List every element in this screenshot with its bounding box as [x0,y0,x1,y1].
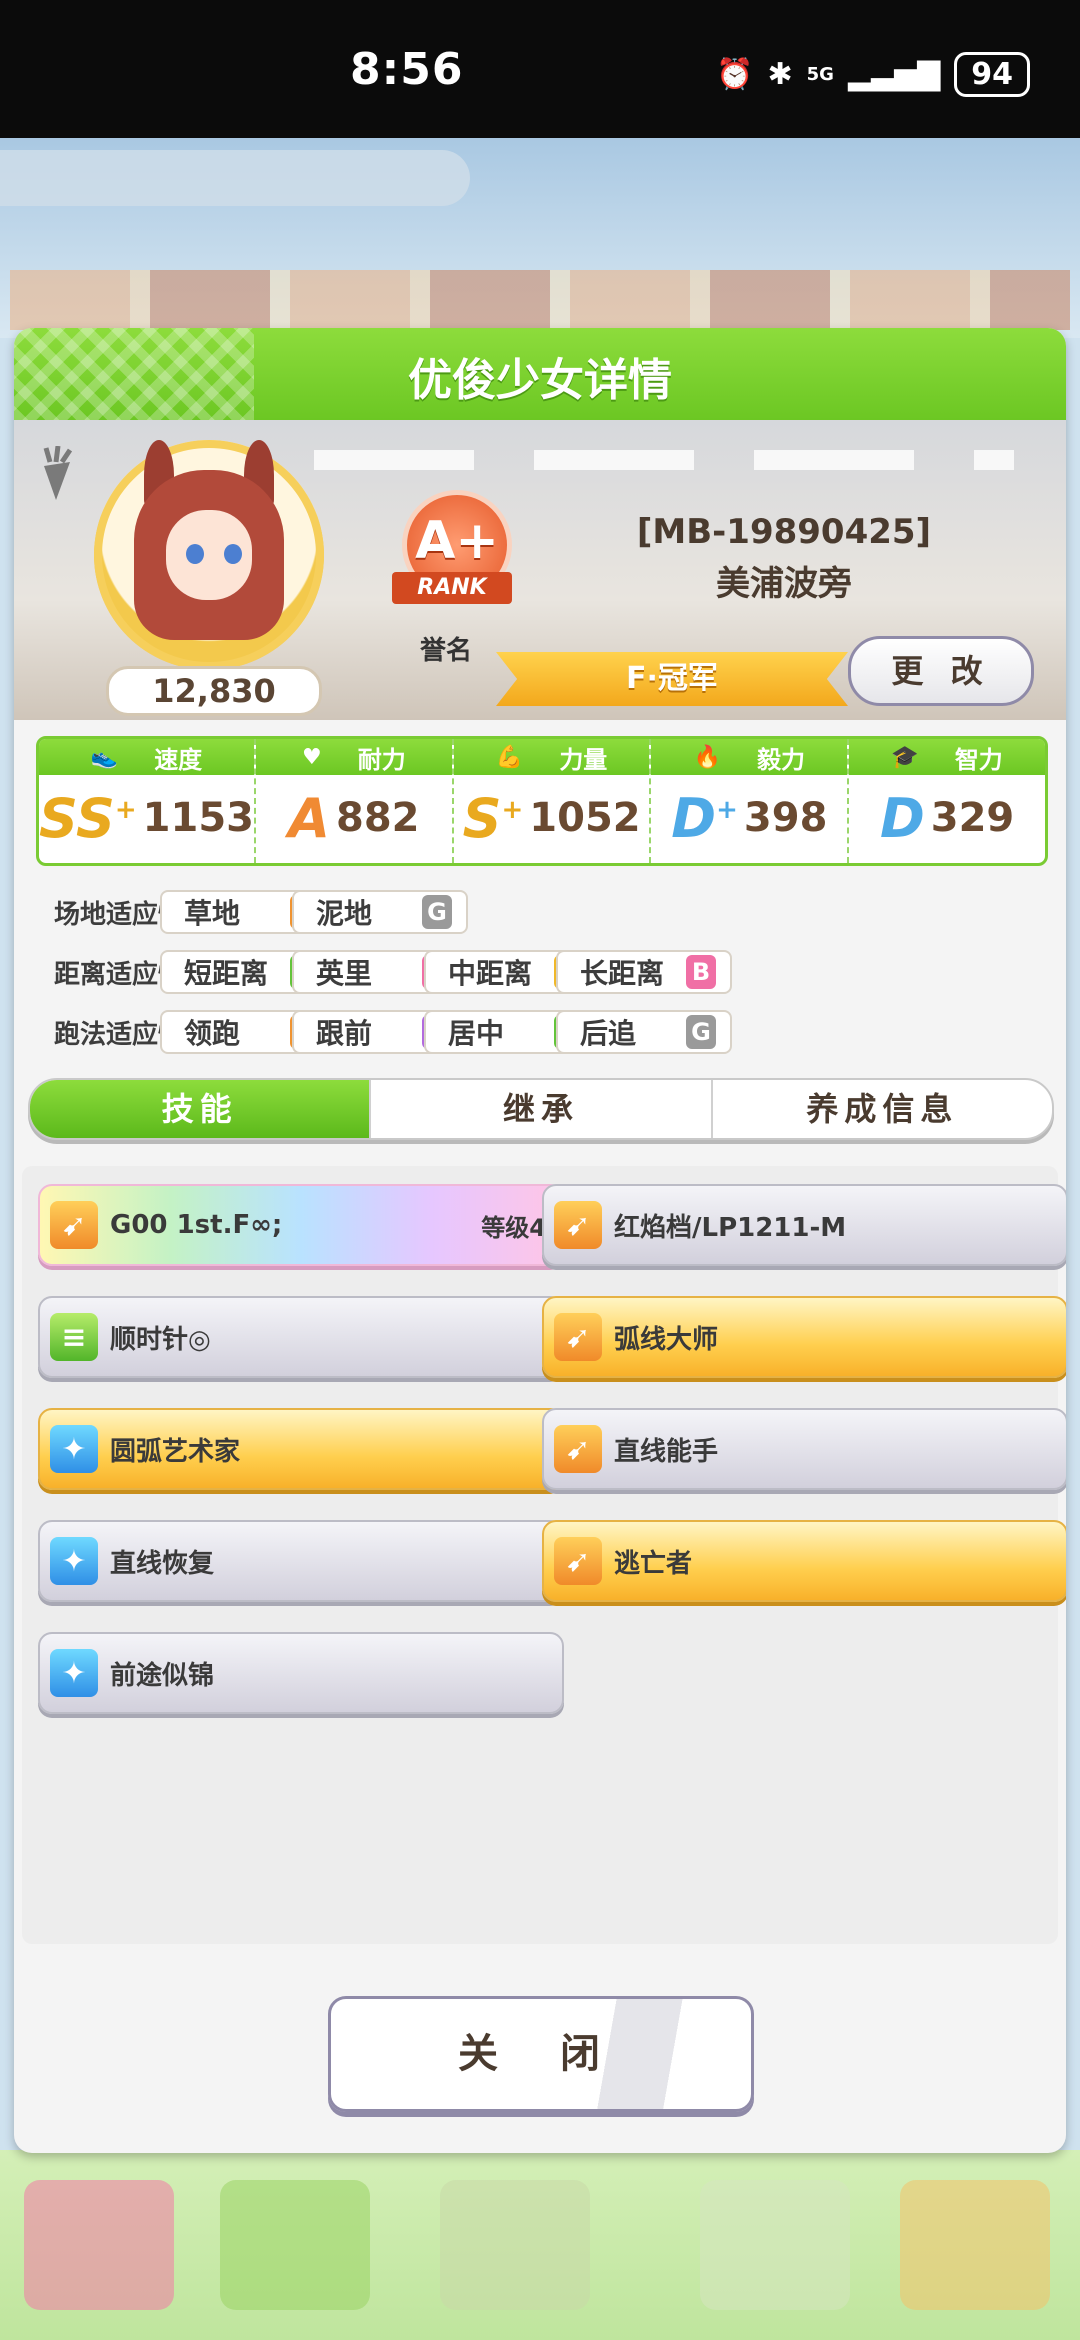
character-name: 美浦波旁 [716,564,852,604]
portrait-eye [224,544,242,564]
character-title: F·冠军 [496,652,848,706]
run-skill-icon: ➹ [554,1537,602,1585]
status-time: 8:56 [350,44,464,95]
background-character-strip [10,270,1070,330]
stat-value: 1052 [529,795,641,841]
bg-menu-tile [700,2180,850,2310]
muscle-icon: 💪 [495,744,524,770]
bg-menu-tile [440,2180,590,2310]
profile-banner: 12,830 A+ RANK 誉名 [MB-19890425] 美浦波旁 F·冠… [14,420,1066,720]
run-skill-icon: ➹ [554,1201,602,1249]
sparkle-skill-icon: ✦ [50,1649,98,1697]
skill-item[interactable]: ➹ 直线能手 [542,1408,1066,1490]
stat-value: 1153 [142,795,254,841]
change-title-button[interactable]: 更 改 [848,636,1034,706]
skill-item[interactable]: ✦ 前途似锦 [38,1632,564,1714]
aptitude-grade: B [686,955,716,989]
skill-item[interactable]: ≡ 顺时针◎ [38,1296,564,1378]
stat-guts: 🔥 毅力 D+ 398 [651,739,850,863]
aptitude-cell: 长距离 B [556,950,732,994]
stat-speed: 👟 速度 SS+ 1153 [39,739,256,863]
bg-menu-tile [24,2180,174,2310]
detail-tabs: 技能 继承 养成信息 [28,1078,1054,1140]
background-search-bar [0,150,470,206]
ceiling-lights [314,450,1014,470]
sparkle-skill-icon: ✦ [50,1537,98,1585]
status-bar: 8:56 ⏰ ✱ 5G ▂▃▅▇ 94 [0,0,1080,138]
skill-item[interactable]: ✦ 直线恢复 [38,1520,564,1602]
battery-indicator: 94 [954,52,1030,97]
carrot-icon [43,446,73,500]
graduation-cap-icon: 🎓 [891,744,919,770]
stat-grade: S+ [462,786,524,850]
shoe-icon: 👟 [90,744,119,770]
dialog-header: 优俊少女详情 [14,328,1066,420]
trainer-id: [MB-19890425] [636,512,932,552]
stat-label: 速度 [154,745,203,774]
stat-grade: D [879,786,925,850]
status-icons: ⏰ ✱ 5G ▂▃▅▇ 94 [716,52,1030,97]
stat-value: 882 [336,795,420,841]
alarm-icon: ⏰ [716,57,754,92]
stat-grade: D+ [671,786,738,850]
signal-icon: ▂▃▅▇ [847,57,941,92]
aptitude-cell: 泥地 G [292,890,468,934]
tab-training-info[interactable]: 养成信息 [710,1080,1052,1138]
rank-badge: A+ RANK [392,490,512,610]
character-portrait[interactable] [94,440,324,670]
aptitude-grade: G [422,895,452,929]
background-bottom-menu [0,2150,1080,2340]
run-skill-icon: ➹ [554,1425,602,1473]
flame-icon: 🔥 [693,744,722,770]
stats-table: 👟 速度 SS+ 1153 ♥ 耐力 A 882 💪 力量 S+ 1052 🔥 毅力 D+ 39… [36,736,1048,866]
rank-label: 誉名 [420,636,473,666]
run-skill-icon: ➹ [554,1313,602,1361]
track-skill-icon: ≡ [50,1313,98,1361]
network-label: 5G [806,64,834,85]
portrait-eye [186,544,204,564]
aptitude-cell: 后追 G [556,1010,732,1054]
skills-list: ➹ G00 1st.F∞; 等级4 ➹ 红焰档/LP1211-M ≡ 顺时针◎ … [22,1166,1066,1944]
tab-inheritance[interactable]: 继承 [369,1080,710,1138]
stat-stamina: ♥ 耐力 A 882 [255,739,454,863]
heart-icon: ♥ [301,744,322,770]
close-button[interactable]: 关 闭 [328,1996,754,2112]
stat-wisdom: 🎓 智力 D 329 [849,739,1045,863]
rank-word: RANK [392,572,512,604]
bg-menu-tile [220,2180,370,2310]
stat-grade: A [288,786,330,850]
bluetooth-icon: ✱ [767,57,793,92]
run-skill-icon: ➹ [50,1201,98,1249]
stat-power: 💪 力量 S+ 1052 [453,739,652,863]
fan-count: 12,830 [106,666,322,716]
stat-grade: SS+ [39,786,137,850]
stat-value: 329 [930,795,1015,841]
stat-label: 毅力 [757,745,806,774]
skill-item[interactable]: ➹ 逃亡者 [542,1520,1066,1602]
stat-value: 398 [743,795,828,841]
skill-item[interactable]: ➹ 弧线大师 [542,1296,1066,1378]
tab-skills[interactable]: 技能 [30,1080,370,1138]
stat-label: 力量 [559,745,608,774]
skill-item[interactable]: ✦ 圆弧艺术家 [38,1408,564,1490]
stat-label: 智力 [954,745,1003,774]
skill-item[interactable]: ➹ G00 1st.F∞; 等级4 [38,1184,564,1266]
aptitude-grade: G [686,1015,716,1049]
stat-label: 耐力 [357,745,406,774]
bg-menu-tile [900,2180,1050,2310]
skill-level: 等级4 [481,1213,546,1242]
sparkle-skill-icon: ✦ [50,1425,98,1473]
horse-girl-detail-dialog: 优俊少女详情 12,830 A+ RANK 誉名 [MB-19890425] 美… [14,328,1066,2153]
dialog-title: 优俊少女详情 [408,355,672,406]
skill-item[interactable]: ➹ 红焰档/LP1211-M [542,1184,1066,1266]
